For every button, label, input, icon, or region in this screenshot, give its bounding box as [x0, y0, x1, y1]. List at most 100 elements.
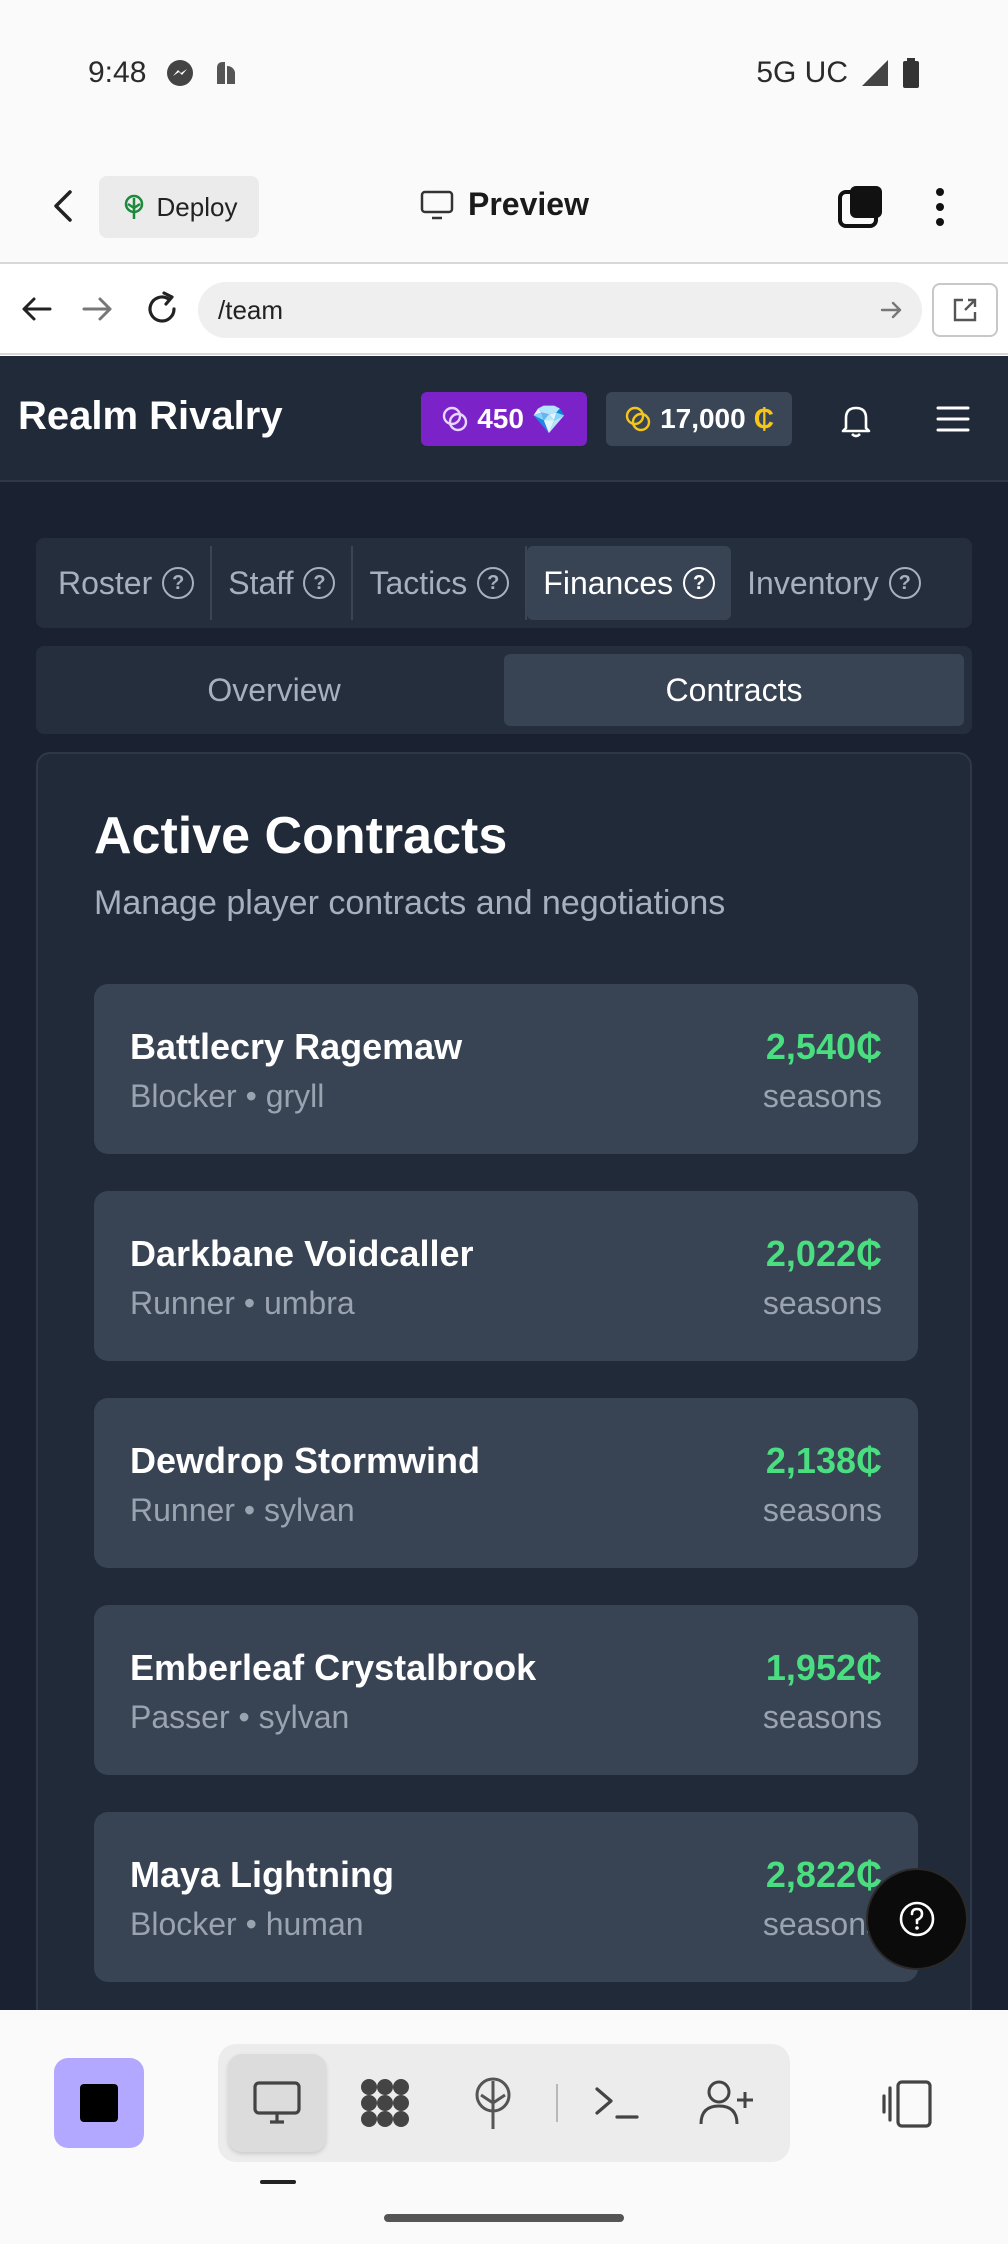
coins-balance[interactable]: 17,000 ₵ [606, 392, 792, 446]
deploy-icon [475, 2077, 511, 2129]
status-bar: 9:48 5G UC [0, 0, 1008, 150]
gems-value: 450 [477, 403, 524, 434]
team-tabs: Roster? Staff? Tactics? Finances? Invent… [36, 538, 972, 628]
finance-subtabs: Overview Contracts [36, 646, 972, 734]
contract-period: seasons [762, 1078, 882, 1114]
bell-icon[interactable] [836, 400, 876, 440]
tab-label: Inventory [747, 564, 879, 601]
contract-row[interactable]: Dewdrop Stormwind Runner • sylvan 2,138₵… [94, 1398, 918, 1568]
contract-amount: 2,138₵ [765, 1440, 882, 1481]
tabs-switcher-icon[interactable] [836, 184, 886, 230]
help-circle-icon[interactable]: ? [162, 567, 195, 599]
stop-icon [80, 2084, 118, 2122]
contract-period: seasons [762, 1699, 882, 1735]
player-name: Darkbane Voidcaller [130, 1233, 474, 1274]
deploy-label: Deploy [156, 191, 238, 222]
tab-finances[interactable]: Finances? [527, 546, 732, 620]
monitor-icon [420, 190, 454, 219]
player-name: Battlecry Ragemaw [130, 1026, 463, 1067]
tool-group [218, 2044, 790, 2162]
terminal-tool-button[interactable] [568, 2054, 666, 2152]
terminal-icon [595, 2087, 639, 2119]
help-circle-icon [899, 1901, 935, 1937]
game-title: Realm Rivalry [18, 394, 283, 438]
add-user-tool-button[interactable] [678, 2054, 776, 2152]
hamburger-menu-icon[interactable] [934, 402, 972, 436]
grid-icon [361, 2079, 409, 2127]
game-header: Realm Rivalry 450 💎 17,000 ₵ [0, 356, 1008, 482]
url-input[interactable]: /team [198, 282, 922, 338]
desktop-tool-button[interactable] [228, 2054, 326, 2152]
player-name: Emberleaf Crystalbrook [130, 1647, 537, 1688]
gems-balance[interactable]: 450 💎 [421, 392, 587, 446]
reload-icon[interactable] [142, 289, 182, 329]
deploy-tool-button[interactable] [444, 2054, 542, 2152]
tool-divider [556, 2084, 558, 2122]
more-options-icon[interactable] [920, 184, 960, 230]
nav-back-icon[interactable] [16, 289, 56, 329]
contract-period: seasons [762, 1906, 882, 1942]
open-external-icon [953, 298, 977, 322]
contract-row[interactable]: Maya Lightning Blocker • human 2,822₵ se… [94, 1812, 918, 1982]
back-arrow-icon[interactable] [44, 186, 84, 226]
contract-amount: 2,022₵ [765, 1233, 882, 1274]
gem-icon: 💎 [531, 403, 567, 435]
tab-label: Tactics [369, 564, 468, 601]
coins-icon [625, 406, 651, 432]
contract-amount: 2,822₵ [765, 1854, 882, 1895]
coins-icon [443, 406, 468, 432]
contract-period: seasons [762, 1285, 882, 1321]
network-label: 5G UC [756, 56, 848, 89]
notification-icon [217, 62, 235, 84]
add-user-icon [699, 2080, 753, 2125]
help-circle-icon[interactable]: ? [683, 567, 716, 599]
coin-symbol: ₵ [753, 403, 774, 434]
go-arrow-icon[interactable] [878, 296, 906, 324]
contract-row[interactable]: Darkbane Voidcaller Runner • umbra 2,022… [94, 1191, 918, 1361]
tab-label: Finances [543, 564, 674, 601]
contract-row[interactable]: Emberleaf Crystalbrook Passer • sylvan 1… [94, 1605, 918, 1775]
url-bar: /team [0, 265, 1008, 355]
tab-label: Staff [228, 564, 294, 601]
subtab-contracts[interactable]: Contracts [504, 654, 964, 726]
stop-button[interactable] [54, 2058, 144, 2148]
preview-title: Preview [420, 186, 589, 223]
active-tool-indicator [260, 2180, 296, 2184]
home-gesture-bar[interactable] [384, 2214, 624, 2222]
coins-value: 17,000 [660, 403, 746, 434]
tab-label: Roster [58, 564, 153, 601]
tab-tactics[interactable]: Tactics? [353, 546, 528, 620]
help-circle-icon[interactable]: ? [477, 567, 510, 599]
tab-inventory[interactable]: Inventory? [731, 546, 937, 620]
card-subtitle: Manage player contracts and negotiations [94, 884, 726, 922]
messenger-icon [167, 60, 193, 86]
nav-forward-icon[interactable] [78, 289, 118, 329]
url-text: /team [218, 294, 284, 325]
preview-label: Preview [468, 186, 589, 222]
bottom-toolbar [0, 2010, 1008, 2244]
game-app: Realm Rivalry 450 💎 17,000 ₵ Roster? Sta… [0, 356, 1008, 2010]
status-time: 9:48 [88, 56, 147, 89]
battery-icon [903, 58, 919, 88]
help-button[interactable] [866, 1868, 968, 1970]
help-circle-icon[interactable]: ? [888, 567, 921, 599]
side-panel-icon[interactable] [880, 2076, 936, 2132]
player-meta: Runner • umbra [130, 1285, 355, 1321]
grid-tool-button[interactable] [336, 2054, 434, 2152]
contract-row[interactable]: Battlecry Ragemaw Blocker • gryll 2,540₵… [94, 984, 918, 1154]
tab-staff[interactable]: Staff? [212, 546, 354, 620]
player-name: Maya Lightning [130, 1854, 394, 1895]
open-external-button[interactable] [932, 283, 998, 337]
player-meta: Blocker • gryll [130, 1078, 325, 1114]
help-circle-icon[interactable]: ? [303, 567, 336, 599]
contract-amount: 2,540₵ [765, 1026, 882, 1067]
subtab-overview[interactable]: Overview [44, 654, 504, 726]
tab-roster[interactable]: Roster? [42, 546, 213, 620]
signal-icon [862, 60, 888, 86]
deploy-button[interactable]: Deploy [99, 176, 259, 238]
status-left-icons [165, 58, 239, 88]
app-toolbar: Deploy Preview [0, 150, 1008, 264]
card-title: Active Contracts [94, 807, 508, 865]
deploy-icon [124, 194, 143, 219]
player-meta: Passer • sylvan [130, 1699, 350, 1735]
